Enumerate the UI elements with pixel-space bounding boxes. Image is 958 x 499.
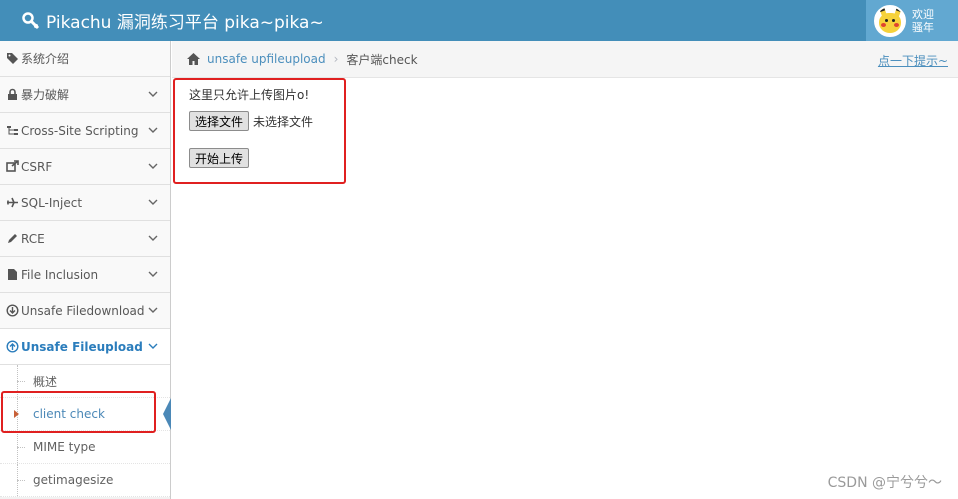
tags-icon — [7, 53, 18, 64]
upload-prompt: 这里只允许上传图片o! — [189, 88, 310, 102]
share-icon — [6, 160, 19, 172]
brand[interactable]: Pikachu 漏洞练习平台 pika~pika~ — [22, 0, 324, 41]
sidebar-item-file-upload[interactable]: Unsafe Fileupload — [0, 329, 170, 365]
file-input[interactable]: 选择文件 未选择文件 — [189, 111, 313, 131]
app-title: Pikachu 漏洞练习平台 pika~pika~ — [46, 13, 324, 33]
top-navbar: Pikachu 漏洞练习平台 pika~pika~ 欢迎 骚年 — [0, 0, 958, 41]
sidebar-item-label: Unsafe Fileupload — [21, 339, 143, 354]
user-greeting: 欢迎 骚年 — [912, 8, 934, 34]
fileupload-submenu: 概述 client check MIME type getimagesize — [0, 365, 171, 497]
sidebar-item-intro[interactable]: 系统介绍 — [0, 41, 170, 77]
submenu-item-label: 概述 — [33, 374, 58, 389]
user-greeting-line2: 骚年 — [912, 20, 934, 34]
chevron-down-icon — [148, 307, 158, 313]
sidebar-item-label: 暴力破解 — [21, 88, 70, 102]
submenu-item-mime-type[interactable]: MIME type — [0, 431, 170, 464]
sidebar-item-rce[interactable]: RCE — [0, 221, 170, 257]
user-menu[interactable]: 欢迎 骚年 — [866, 0, 958, 41]
breadcrumb-section-link[interactable]: unsafe upfileupload — [207, 52, 326, 66]
chevron-down-icon — [148, 163, 158, 169]
chevron-down-icon — [148, 91, 158, 97]
sidebar: 系统介绍 暴力破解 Cross-Site Scripting CSRF SQL-… — [0, 41, 171, 499]
lock-icon — [8, 88, 17, 100]
submenu-item-label: MIME type — [33, 440, 96, 454]
sidebar-item-label: CSRF — [21, 159, 53, 174]
sidebar-item-label: File Inclusion — [21, 267, 99, 282]
caret-right-icon — [14, 410, 19, 418]
watermark: CSDN @宁兮兮～ — [827, 475, 942, 491]
hint-link[interactable]: 点一下提示~ — [878, 52, 948, 69]
sidebar-item-file-download[interactable]: Unsafe Filedownload — [0, 293, 170, 329]
submenu-item-label: client check — [33, 407, 105, 421]
chevron-down-icon — [148, 343, 158, 349]
breadcrumb: unsafe upfileupload › 客户端check 点一下提示~ — [172, 41, 958, 78]
sidebar-item-sqli[interactable]: SQL-Inject — [0, 185, 170, 221]
user-greeting-line1: 欢迎 — [912, 7, 934, 21]
sitemap-icon — [7, 126, 18, 135]
sidebar-item-bruteforce[interactable]: 暴力破解 — [0, 77, 170, 113]
sidebar-item-label: Unsafe Filedownload — [21, 303, 145, 318]
file-icon — [8, 269, 17, 280]
chevron-right-icon: › — [333, 52, 339, 66]
start-upload-button[interactable]: 开始上传 — [189, 148, 250, 168]
pencil-icon — [8, 234, 17, 243]
chevron-down-icon — [148, 127, 158, 133]
submenu-item-label: getimagesize — [33, 473, 114, 487]
sidebar-item-label: RCE — [21, 231, 45, 246]
sidebar-item-csrf[interactable]: CSRF — [0, 149, 170, 185]
download-icon — [6, 304, 19, 317]
sidebar-item-label: SQL-Inject — [21, 195, 83, 210]
submenu-item-getimagesize[interactable]: getimagesize — [0, 464, 170, 497]
wrench-icon — [22, 11, 40, 29]
chevron-down-icon — [148, 199, 158, 205]
upload-icon — [6, 340, 19, 353]
breadcrumb-current: 客户端check — [346, 52, 418, 67]
submenu-item-client-check[interactable]: client check — [0, 398, 171, 431]
chevron-down-icon — [148, 271, 158, 277]
home-icon[interactable] — [186, 52, 201, 66]
plane-icon — [7, 197, 18, 208]
chevron-down-icon — [148, 235, 158, 241]
file-status-text: 未选择文件 — [253, 114, 314, 129]
avatar — [874, 4, 906, 37]
active-indicator — [163, 398, 171, 430]
sidebar-item-label: 系统介绍 — [21, 52, 70, 66]
sidebar-item-file-inclusion[interactable]: File Inclusion — [0, 257, 170, 293]
sidebar-item-label: Cross-Site Scripting — [21, 123, 139, 138]
sidebar-item-xss[interactable]: Cross-Site Scripting — [0, 113, 170, 149]
choose-file-button[interactable]: 选择文件 — [189, 111, 250, 131]
upload-form: 这里只允许上传图片o! 选择文件 未选择文件 开始上传 — [189, 86, 313, 168]
submenu-item-overview[interactable]: 概述 — [0, 365, 170, 398]
